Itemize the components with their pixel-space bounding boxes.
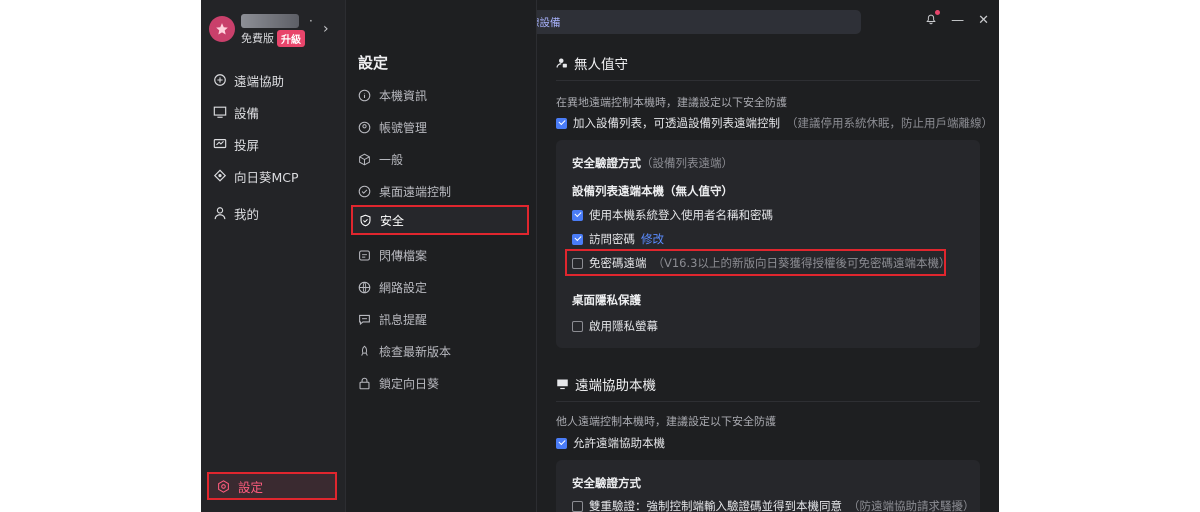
highlight-no-password bbox=[565, 249, 946, 276]
cast-icon bbox=[213, 139, 227, 149]
edition-label: 免費版 bbox=[241, 32, 274, 45]
privacy-screen-option[interactable]: 啟用隱私螢幕 bbox=[572, 318, 658, 334]
cube-icon bbox=[359, 153, 370, 165]
mcp-icon bbox=[213, 169, 227, 182]
sidebar-item-label: 設備 bbox=[234, 105, 260, 121]
user-icon bbox=[214, 207, 226, 220]
monitor-icon bbox=[557, 379, 568, 390]
menu-item-network[interactable]: 網路設定 bbox=[358, 276, 528, 298]
modify-password-link[interactable]: 修改 bbox=[641, 231, 664, 247]
menu-item-label: 鎖定向日葵 bbox=[379, 376, 440, 391]
privacy-screen-checkbox[interactable] bbox=[572, 320, 583, 332]
globe-icon bbox=[358, 281, 371, 293]
menu-item-file-transfer[interactable]: 閃傳檔案 bbox=[358, 244, 528, 266]
divider bbox=[556, 401, 980, 402]
monitor-icon bbox=[213, 106, 227, 118]
add-device-option[interactable]: 加入設備列表，可透過設備列表遠端控制 （建議停用系統休眠，防止用戶端離線） bbox=[556, 115, 993, 131]
account-icon bbox=[358, 121, 371, 133]
upgrade-badge[interactable]: 升級 bbox=[277, 30, 305, 47]
menu-item-check-update[interactable]: 檢查最新版本 bbox=[358, 340, 528, 362]
menu-item-label: 桌面遠端控制 bbox=[379, 184, 452, 199]
sidebar-item-mcp[interactable]: 向日葵MCP bbox=[213, 165, 337, 187]
file-transfer-icon bbox=[359, 250, 370, 260]
sidebar-item-cast[interactable]: 投屏 bbox=[213, 133, 337, 155]
settings-menu: 設定 本機資訊 帳號管理 一般 桌面遠端控制 安全 閃傳檔案 網路設定 訊息提醒… bbox=[346, 0, 537, 512]
assist-desc: 他人遠端控制本機時，建議設定以下安全防護 bbox=[556, 415, 776, 428]
chevron-right-icon[interactable]: › bbox=[323, 21, 329, 37]
menu-item-label: 安全 bbox=[380, 213, 405, 228]
menu-item-general[interactable]: 一般 bbox=[358, 148, 528, 170]
menu-item-security[interactable]: 安全 bbox=[351, 205, 529, 235]
gear-icon bbox=[218, 479, 229, 493]
user-lock-icon bbox=[556, 58, 567, 68]
shield-icon bbox=[360, 214, 371, 226]
unattended-section-title: 無人值守 bbox=[556, 53, 628, 73]
sidebar-item-settings[interactable]: 設定 bbox=[207, 472, 337, 500]
avatar[interactable] bbox=[209, 16, 235, 42]
sidebar-item-label: 設定 bbox=[238, 479, 264, 495]
sidebar-item-label: 投屏 bbox=[234, 137, 260, 153]
remote-assist-icon bbox=[214, 74, 226, 86]
lock-icon bbox=[359, 377, 370, 389]
menu-item-lock[interactable]: 鎖定向日葵 bbox=[358, 372, 528, 394]
sidebar-item-devices[interactable]: 設備 bbox=[213, 101, 337, 123]
sidebar-item-label: 向日葵MCP bbox=[234, 169, 299, 185]
allow-assist-option[interactable]: 允許遠端協助本機 bbox=[556, 435, 665, 451]
menu-item-label: 網路設定 bbox=[379, 280, 428, 295]
system-login-option[interactable]: 使用本機系統登入使用者名稱和密碼 bbox=[572, 207, 773, 223]
menu-item-label: 帳號管理 bbox=[379, 120, 428, 135]
menu-item-notifications[interactable]: 訊息提醒 bbox=[358, 308, 528, 330]
info-icon bbox=[358, 89, 371, 101]
star-icon bbox=[216, 23, 228, 35]
settings-title: 設定 bbox=[358, 54, 389, 72]
assist-auth-title: 安全驗證方式 bbox=[572, 476, 641, 490]
rocket-icon bbox=[361, 345, 368, 356]
username-more: · bbox=[309, 14, 313, 28]
unattended-auth-card: 安全驗證方式（設備列表遠端） 設備列表遠端本機（無人值守） 使用本機系統登入使用… bbox=[556, 140, 980, 348]
auth-method-title: 安全驗證方式（設備列表遠端） bbox=[572, 156, 733, 170]
app-window: · 免費版 升級 › 遠端協助 設備 投屏 向日葵MCP 我的 設定 搜尋/連 bbox=[201, 0, 999, 512]
privacy-title: 桌面隱私保護 bbox=[572, 293, 641, 307]
sidebar-item-remote-assist[interactable]: 遠端協助 bbox=[213, 69, 337, 91]
assist-auth-card: 安全驗證方式 雙重驗證：強制控制端輸入驗證碼並得到本機同意 （防遠端協助請求騷擾） bbox=[556, 460, 980, 512]
device-list-remote-title: 設備列表遠端本機（無人值守） bbox=[572, 184, 733, 198]
menu-item-device-info[interactable]: 本機資訊 bbox=[358, 84, 528, 106]
double-verify-option[interactable]: 雙重驗證：強制控制端輸入驗證碼並得到本機同意 （防遠端協助請求騷擾） bbox=[572, 498, 975, 512]
access-password-option[interactable]: 訪問密碼 修改 bbox=[572, 231, 664, 247]
menu-item-label: 閃傳檔案 bbox=[379, 248, 428, 263]
menu-item-desktop-remote[interactable]: 桌面遠端控制 bbox=[358, 180, 528, 202]
menu-item-label: 檢查最新版本 bbox=[379, 344, 452, 359]
unattended-desc: 在異地遠端控制本機時，建議設定以下安全防護 bbox=[556, 96, 787, 109]
divider bbox=[556, 80, 980, 81]
username-blurred bbox=[241, 14, 299, 28]
message-icon bbox=[359, 314, 370, 325]
system-login-checkbox[interactable] bbox=[572, 209, 583, 221]
double-verify-checkbox[interactable] bbox=[572, 500, 583, 512]
menu-item-label: 一般 bbox=[379, 152, 404, 167]
access-password-checkbox[interactable] bbox=[572, 233, 583, 245]
main-sidebar: · 免費版 升級 › 遠端協助 設備 投屏 向日葵MCP 我的 設定 bbox=[201, 0, 346, 512]
menu-item-account[interactable]: 帳號管理 bbox=[358, 116, 528, 138]
add-device-checkbox[interactable] bbox=[556, 117, 567, 129]
allow-assist-checkbox[interactable] bbox=[556, 437, 567, 449]
menu-item-label: 訊息提醒 bbox=[379, 312, 428, 327]
menu-item-label: 本機資訊 bbox=[379, 88, 428, 103]
assist-section-title: 遠端協助本機 bbox=[556, 374, 656, 394]
sidebar-item-mine[interactable]: 我的 bbox=[213, 202, 337, 224]
sidebar-item-label: 遠端協助 bbox=[234, 73, 285, 89]
sidebar-item-label: 我的 bbox=[234, 206, 260, 222]
desktop-control-icon bbox=[358, 185, 371, 197]
